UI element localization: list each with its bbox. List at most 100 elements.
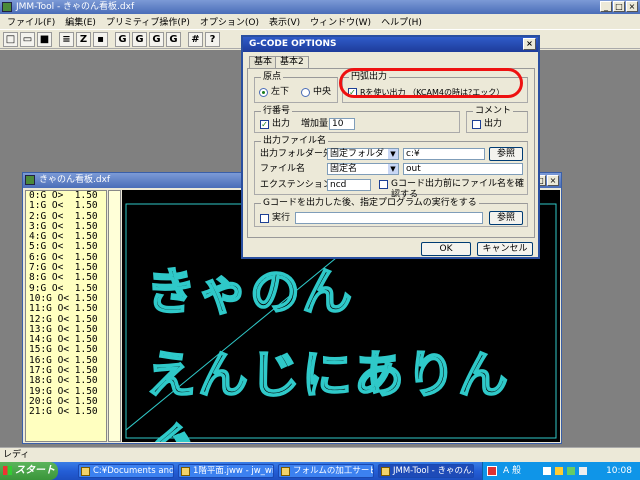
output-folder-select[interactable]: 固定フォルダ ▼ (327, 148, 399, 160)
marker-tool-icon[interactable]: ▪ (93, 31, 108, 47)
folder-browse-button[interactable]: 参照 (489, 147, 523, 161)
origin-group-label: 原点 (261, 71, 284, 83)
grid-tool-icon[interactable]: # (188, 31, 203, 47)
tab-basic2[interactable]: 基本2 (275, 56, 309, 68)
menu-help[interactable]: ヘルプ(H) (376, 15, 427, 28)
execute-checkbox[interactable] (260, 214, 269, 223)
lines-tool-icon[interactable]: ≡ (59, 31, 74, 47)
program-path-input[interactable] (295, 212, 483, 224)
comment-output-checkbox[interactable] (472, 120, 481, 129)
jmm-tool-icon (381, 467, 390, 476)
list-item[interactable]: 21:G O< 1.50 (26, 406, 106, 417)
start-label: スタート (15, 465, 55, 476)
system-tray: A 般 10:08 (482, 462, 640, 480)
post-exec-group: Gコードを出力した後、指定プログラムの実行をする 実行 参照 (254, 197, 528, 227)
chevron-down-icon: ▼ (388, 164, 398, 174)
menu-primitive[interactable]: プリミティブ操作(P) (101, 15, 195, 28)
dialog-title-bar[interactable]: G-CODE OPTIONS × (243, 37, 538, 52)
chevron-down-icon: ▼ (388, 149, 398, 159)
file-name-select-value: 固定名 (330, 164, 358, 174)
line-number-output-label: 出力 (272, 119, 291, 129)
save-icon[interactable]: ■ (37, 31, 52, 47)
app-icon (2, 2, 12, 12)
taskbar-item-jmm-tool[interactable]: JMM-Tool - きゃのん... (378, 464, 474, 478)
file-name-label: ファイル名 (260, 164, 306, 174)
tray-icon-3[interactable] (567, 467, 575, 475)
start-button[interactable]: スタート (0, 462, 58, 480)
help-button[interactable]: ? (205, 31, 220, 47)
line-number-label: 行番号 (261, 105, 293, 117)
output-folder-input[interactable]: c:¥ (403, 148, 485, 160)
maximize-button[interactable]: □ (613, 1, 625, 12)
taskbar-item-label: C:¥Documents and S... (93, 466, 174, 476)
extension-input[interactable]: ncd (327, 179, 371, 191)
browser-icon (281, 467, 290, 476)
window-controls: _ □ × (600, 1, 638, 12)
ime-mode[interactable]: A 般 (503, 462, 521, 480)
output-folder-label: 出力フォルダー先 (260, 149, 333, 159)
gcode-button-1[interactable]: G (115, 31, 130, 47)
comment-label: コメント (473, 105, 514, 117)
taskbar-item-explorer[interactable]: C:¥Documents and S... (78, 464, 174, 478)
cancel-button[interactable]: キャンセル (477, 242, 533, 256)
gcode-button-2[interactable]: G (132, 31, 147, 47)
output-file-label: 出力ファイル名 (261, 135, 329, 147)
zigzag-tool-icon[interactable]: Z (76, 31, 91, 47)
jw-app-icon (181, 467, 190, 476)
post-exec-label: Gコードを出力した後、指定プログラムの実行をする (261, 197, 479, 209)
confirm-filename-checkbox[interactable] (379, 180, 388, 189)
menu-edit[interactable]: 編集(E) (60, 15, 101, 28)
tab-basic[interactable]: 基本 (249, 56, 278, 68)
taskbar: スタート C:¥Documents and S... 1階平面.jww - jw… (0, 462, 640, 480)
file-name-select[interactable]: 固定名 ▼ (327, 163, 399, 175)
increment-label: 増加量 (301, 119, 329, 129)
menu-file[interactable]: ファイル(F) (2, 15, 60, 28)
gcode-button-3[interactable]: G (149, 31, 164, 47)
new-file-icon[interactable]: □ (3, 31, 18, 47)
menu-bar: ファイル(F) 編集(E) プリミティブ操作(P) オプション(O) 表示(V)… (0, 14, 640, 29)
output-file-group: 出力ファイル名 出力フォルダー先 固定フォルダ ▼ c:¥ 参照 ファイル名 固定… (254, 135, 528, 200)
canvas-text-line2: えんじにありんぐ (145, 345, 510, 442)
taskbar-item-browser[interactable]: フォルムの加工サービス... (278, 464, 374, 478)
status-bar: レディ (0, 447, 640, 462)
nc-code-list[interactable]: 0:G O> 1.50 1:G O< 1.50 2:G O< 1.50 3:G … (25, 190, 107, 442)
origin-bottom-left-radio[interactable] (259, 88, 268, 97)
origin-center-radio[interactable] (301, 88, 310, 97)
clock[interactable]: 10:08 (606, 462, 632, 480)
ime-bar-icon[interactable] (487, 466, 497, 476)
menu-options[interactable]: オプション(O) (195, 15, 264, 28)
document-icon (25, 175, 35, 185)
taskbar-item-jwwin[interactable]: 1階平面.jww - jw_win (178, 464, 274, 478)
open-folder-icon[interactable]: ▭ (20, 31, 35, 47)
increment-input[interactable]: 10 (329, 118, 355, 130)
tray-icon-1[interactable] (543, 467, 551, 475)
menu-view[interactable]: 表示(V) (264, 15, 305, 28)
file-name-input[interactable]: out (403, 163, 523, 175)
tray-icon-2[interactable] (555, 467, 563, 475)
taskbar-item-label: フォルムの加工サービス... (293, 466, 373, 476)
windows-flag-icon (3, 466, 12, 475)
vertical-scrollbar[interactable] (108, 190, 121, 442)
line-number-group: 行番号 ✓ 出力 増加量 10 (254, 105, 460, 133)
dialog-title: G-CODE OPTIONS (249, 39, 337, 49)
origin-center-label: 中央 (313, 87, 332, 97)
title-bar[interactable]: JMM-Tool - きゃのん看板.dxf _ □ × (0, 0, 640, 14)
folder-icon (81, 467, 90, 476)
comment-group: コメント 出力 (466, 105, 528, 133)
close-button[interactable]: × (626, 1, 638, 12)
menu-window[interactable]: ウィンドウ(W) (305, 15, 376, 28)
minimize-button[interactable]: _ (600, 1, 612, 12)
red-highlight-annotation (339, 68, 523, 98)
taskbar-item-label: JMM-Tool - きゃのん... (393, 466, 474, 476)
extension-label: エクステンション (260, 180, 332, 190)
execute-label: 実行 (272, 213, 291, 223)
dialog-close-icon[interactable]: × (523, 38, 536, 50)
ok-button[interactable]: OK (421, 242, 471, 256)
program-browse-button[interactable]: 参照 (489, 211, 523, 225)
doc-close-button[interactable]: × (547, 175, 559, 186)
tray-icon-4[interactable] (579, 467, 587, 475)
canvas-text-line1: きゃのん (145, 262, 354, 322)
line-number-output-checkbox[interactable]: ✓ (260, 120, 269, 129)
gcode-button-4[interactable]: G (166, 31, 181, 47)
taskbar-item-label: 1階平面.jww - jw_win (193, 466, 274, 476)
